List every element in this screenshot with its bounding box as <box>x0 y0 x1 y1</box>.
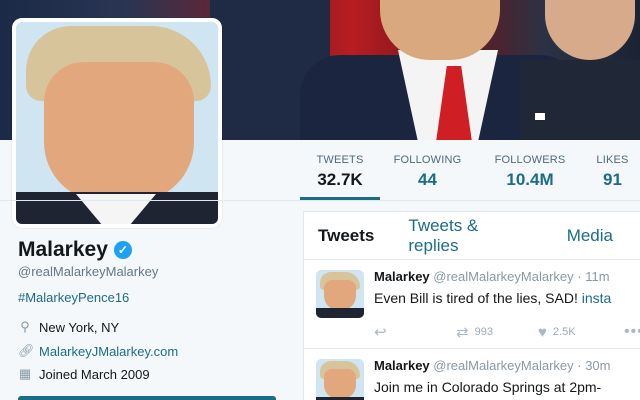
stat-likes[interactable]: LIKES 91 <box>585 140 640 200</box>
tweet-text: Even Bill is tired of the lies, SAD! ins… <box>374 290 611 306</box>
profile-name: Malarkey ✓ <box>18 238 132 262</box>
tweet-link[interactable]: insta <box>582 290 612 306</box>
retweet-icon: ⇄ <box>456 324 469 341</box>
link-icon: 🔗︎ <box>18 343 35 358</box>
website-link[interactable]: MalarkeyJMalarkey.com <box>39 344 178 359</box>
tweet[interactable]: Malarkey @realMalarkeyMalarkey · 30m Joi… <box>304 350 640 400</box>
profile-location: ⚲ New York, NY <box>18 319 119 335</box>
timeline-tabs: Tweets Tweets & replies Media <box>304 212 640 260</box>
location-text: New York, NY <box>39 319 120 335</box>
stats-divider <box>0 200 640 201</box>
tab-tweets-replies[interactable]: Tweets & replies <box>408 216 532 256</box>
heart-icon: ♥ <box>538 323 547 341</box>
profile-joined: ▦ Joined March 2009 <box>18 366 150 382</box>
profile-hashtag-link[interactable]: #MalarkeyPence16 <box>18 290 129 305</box>
retweet-count: 993 <box>474 326 493 338</box>
profile-stats-nav: TWEETS 32.7K FOLLOWING 44 FOLLOWERS 10.4… <box>300 140 640 200</box>
tweet-avatar[interactable] <box>316 270 364 318</box>
stat-value: 10.4M <box>506 170 554 189</box>
tweet-author-name[interactable]: Malarkey <box>374 269 430 284</box>
profile-website[interactable]: 🔗︎ MalarkeyJMalarkey.com <box>18 343 178 359</box>
tweet-body: Even Bill is tired of the lies, SAD! <box>374 290 582 306</box>
stat-label: TWEETS <box>316 154 364 166</box>
map-pin-icon: ⚲ <box>20 319 30 334</box>
like-count: 2.5K <box>552 326 576 338</box>
stat-followers[interactable]: FOLLOWERS 10.4M <box>475 140 585 200</box>
tweet-timestamp[interactable]: · 30m <box>577 358 610 373</box>
tab-media[interactable]: Media <box>567 226 613 246</box>
stat-label: FOLLOWING <box>393 154 462 166</box>
tweet-header: Malarkey @realMalarkeyMalarkey · 11m <box>374 269 610 284</box>
reply-icon: ↩ <box>374 324 387 341</box>
stat-label: FOLLOWERS <box>494 154 566 166</box>
joined-text: Joined March 2009 <box>39 366 150 382</box>
stat-label: LIKES <box>596 154 629 166</box>
tweet-author-handle[interactable]: @realMalarkeyMalarkey <box>433 358 573 373</box>
verified-badge-icon: ✓ <box>113 241 132 259</box>
stat-value: 44 <box>418 170 437 189</box>
stat-value: 91 <box>603 170 622 189</box>
tweet-text: Join me in Colorado Springs at 2pm- <box>374 379 602 395</box>
profile-avatar[interactable] <box>12 18 222 228</box>
stat-following[interactable]: FOLLOWING 44 <box>380 140 475 200</box>
stat-tweets[interactable]: TWEETS 32.7K <box>300 140 380 200</box>
tab-tweets[interactable]: Tweets <box>318 226 374 246</box>
tweet[interactable]: Malarkey @realMalarkeyMalarkey · 11m Eve… <box>304 261 640 349</box>
tweet-avatar[interactable] <box>316 359 364 400</box>
profile-handle: @realMalarkeyMalarkey <box>18 264 159 279</box>
like-button[interactable]: ♥ 2.5K <box>538 324 624 341</box>
stat-value: 32.7K <box>317 170 363 189</box>
reply-button[interactable]: ↩ <box>374 323 456 341</box>
tweet-header: Malarkey @realMalarkeyMalarkey · 30m <box>374 358 611 373</box>
tweet-timestamp[interactable]: · 11m <box>577 269 609 284</box>
calendar-icon: ▦ <box>18 366 32 381</box>
tweet-author-name[interactable]: Malarkey <box>374 358 430 373</box>
follow-button[interactable] <box>18 396 276 400</box>
tweet-actions: ↩ ⇄ 993 ♥ 2.5K ••• <box>374 323 640 341</box>
profile-name-text: Malarkey <box>18 238 108 261</box>
more-options-icon[interactable]: ••• <box>624 323 640 341</box>
tweet-author-handle[interactable]: @realMalarkeyMalarkey <box>433 269 573 284</box>
retweet-button[interactable]: ⇄ 993 <box>456 323 538 341</box>
timeline: Tweets Tweets & replies Media Malarkey @… <box>303 211 640 400</box>
